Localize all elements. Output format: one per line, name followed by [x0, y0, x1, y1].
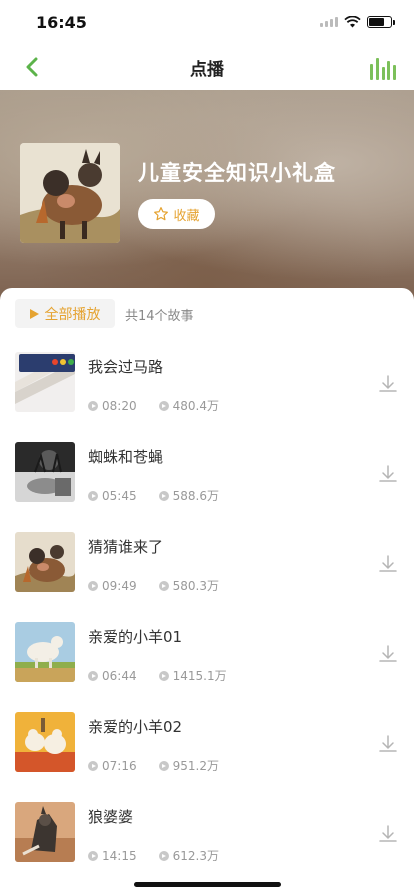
track-meta: 09:49 580.3万 — [88, 577, 219, 594]
play-count: 951.2万 — [158, 757, 219, 774]
track-thumbnail — [15, 442, 75, 502]
back-button[interactable] — [18, 53, 46, 81]
duration-value: 09:49 — [102, 578, 137, 593]
download-icon — [379, 825, 397, 842]
clock-icon — [88, 760, 98, 771]
play-count-icon — [158, 490, 169, 501]
play-all-button[interactable]: 全部播放 — [15, 299, 115, 328]
duration: 06:44 — [88, 669, 137, 683]
track-title: 狼婆婆 — [88, 808, 134, 826]
battery-icon — [367, 16, 395, 28]
download-button[interactable] — [378, 554, 398, 574]
track-thumbnail — [15, 352, 75, 412]
track-meta: 08:20 480.4万 — [88, 397, 219, 414]
play-count-value: 612.3万 — [172, 849, 219, 863]
track-title: 我会过马路 — [88, 358, 164, 376]
play-count-value: 951.2万 — [172, 759, 219, 773]
clock-icon — [88, 670, 98, 681]
track-item[interactable]: 亲爱的小羊01 06:44 1415.1万 — [0, 622, 414, 712]
play-icon — [29, 308, 39, 319]
wifi-icon — [344, 16, 361, 28]
play-all-label: 全部播放 — [44, 306, 101, 323]
now-playing-button[interactable] — [370, 54, 396, 80]
play-count-value: 580.3万 — [172, 579, 219, 593]
play-count-value: 480.4万 — [172, 399, 219, 413]
download-icon — [379, 645, 397, 662]
play-count-icon — [158, 850, 169, 861]
play-count-value: 1415.1万 — [172, 669, 227, 683]
star-icon — [154, 207, 169, 221]
track-meta: 07:16 951.2万 — [88, 757, 219, 774]
download-icon — [379, 465, 397, 482]
duration: 09:49 — [88, 579, 137, 593]
chevron-left-icon — [26, 57, 38, 77]
duration-value: 05:45 — [102, 488, 137, 503]
track-meta: 06:44 1415.1万 — [88, 667, 227, 684]
track-item[interactable]: 猜猜谁来了 09:49 580.3万 — [0, 532, 414, 622]
download-button[interactable] — [378, 734, 398, 754]
track-item[interactable]: 我会过马路 08:20 480.4万 — [0, 352, 414, 442]
duration: 14:15 — [88, 849, 137, 863]
download-button[interactable] — [378, 464, 398, 484]
favorite-button[interactable]: 收藏 — [138, 199, 215, 229]
duration: 05:45 — [88, 489, 137, 503]
track-meta: 05:45 588.6万 — [88, 487, 219, 504]
duration: 07:16 — [88, 759, 137, 773]
play-count-icon — [158, 400, 169, 411]
home-indicator[interactable] — [134, 882, 281, 887]
duration-value: 08:20 — [102, 398, 137, 413]
clock-icon — [88, 400, 98, 411]
duration: 08:20 — [88, 399, 137, 413]
play-count: 580.3万 — [158, 577, 219, 594]
track-thumbnail — [15, 712, 75, 772]
track-meta: 14:15 612.3万 — [88, 847, 219, 864]
clock-icon — [88, 850, 98, 861]
status-bar: 16:45 — [0, 0, 414, 44]
download-button[interactable] — [378, 644, 398, 664]
duration-value: 14:15 — [102, 848, 137, 863]
track-thumbnail — [15, 802, 75, 862]
track-title: 蜘蛛和苍蝇 — [88, 448, 164, 466]
track-title: 亲爱的小羊02 — [88, 718, 183, 736]
track-item[interactable]: 蜘蛛和苍蝇 05:45 588.6万 — [0, 442, 414, 532]
nav-bar: 点播 — [0, 44, 414, 90]
status-icons — [320, 16, 395, 28]
download-icon — [379, 735, 397, 752]
play-count-value: 588.6万 — [172, 489, 219, 503]
duration-value: 06:44 — [102, 668, 137, 683]
story-count: 共14个故事 — [125, 309, 194, 324]
page-title: 点播 — [190, 59, 224, 80]
clock-icon — [88, 580, 98, 591]
play-count-icon — [158, 670, 169, 681]
download-icon — [379, 375, 397, 392]
track-thumbnail — [15, 622, 75, 682]
play-count: 480.4万 — [158, 397, 219, 414]
track-title: 猜猜谁来了 — [88, 538, 164, 556]
download-icon — [379, 555, 397, 572]
duration-value: 07:16 — [102, 758, 137, 773]
cellular-signal-icon — [320, 17, 338, 27]
play-count: 588.6万 — [158, 487, 219, 504]
album-header: 儿童安全知识小礼盒 收藏 — [0, 90, 414, 300]
track-thumbnail — [15, 532, 75, 592]
play-count-icon — [158, 580, 169, 591]
album-cover — [20, 143, 120, 243]
play-count-icon — [158, 760, 169, 771]
clock-icon — [88, 490, 98, 501]
play-count: 612.3万 — [158, 847, 219, 864]
track-list-panel: 全部播放 共14个故事 我会过马路 08:20 480.4万 蜘蛛和苍蝇 05:… — [0, 288, 414, 896]
favorite-label: 收藏 — [173, 208, 200, 224]
album-title: 儿童安全知识小礼盒 — [138, 161, 336, 185]
track-item[interactable]: 狼婆婆 14:15 612.3万 — [0, 802, 414, 892]
play-count: 1415.1万 — [158, 667, 227, 684]
download-button[interactable] — [378, 824, 398, 844]
track-title: 亲爱的小羊01 — [88, 628, 183, 646]
download-button[interactable] — [378, 374, 398, 394]
status-time: 16:45 — [36, 12, 87, 32]
track-item[interactable]: 亲爱的小羊02 07:16 951.2万 — [0, 712, 414, 802]
